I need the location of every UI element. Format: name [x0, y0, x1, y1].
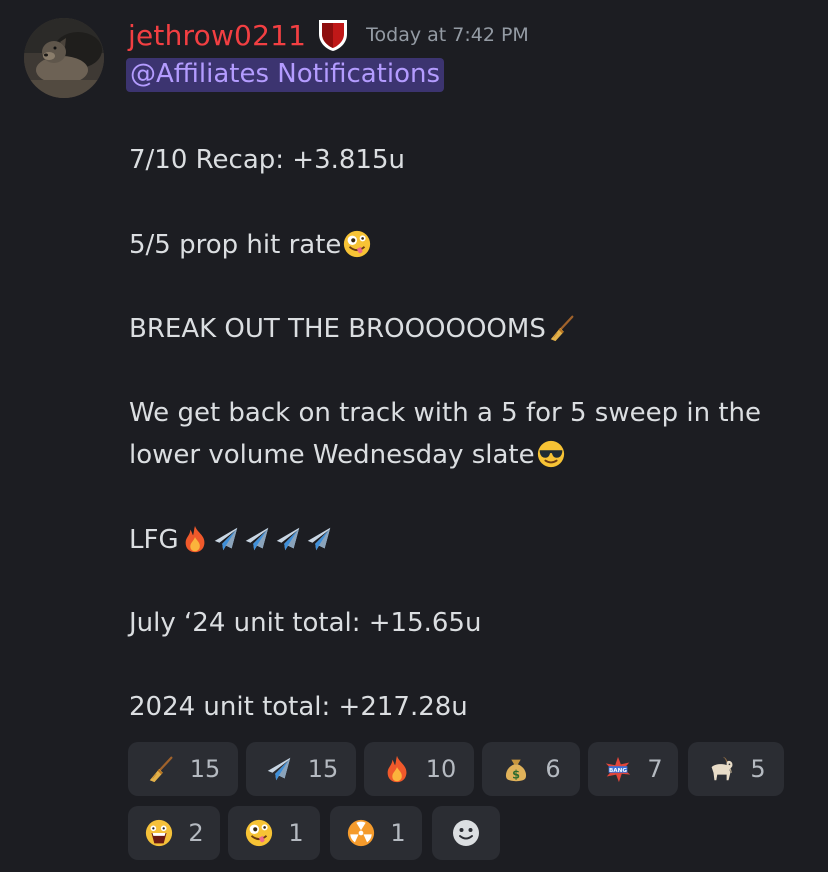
message-line-hit-rate: 5/5 prop hit rate [129, 228, 372, 262]
goat-emoji [706, 754, 736, 784]
message-line-recap: 7/10 Recap: +3.815u [129, 143, 405, 177]
message-line-july-total: July ‘24 unit total: +15.65u [129, 606, 481, 640]
airplane-emoji [264, 754, 294, 784]
reaction-count: 15 [189, 755, 221, 783]
reaction-zany-face[interactable]: 1 [228, 806, 320, 860]
track-text-1: We get back on track with a 5 for 5 swee… [129, 398, 761, 428]
year-total-text: 2024 unit total: +217.28u [129, 692, 468, 722]
add-reaction-smiley-icon [453, 820, 479, 846]
reaction-bang[interactable]: 7 [588, 742, 678, 796]
bang-custom-emoji [603, 754, 633, 784]
track-text-2: lower volume Wednesday slate [129, 440, 535, 470]
broom-emoji [547, 313, 577, 343]
lfg-text: LFG [129, 525, 179, 555]
reaction-count: 6 [545, 755, 561, 783]
message-line-track-2: lower volume Wednesday slate [129, 438, 566, 472]
chat-message: jethrow0211 Today at 7:42 PM @Affiliates… [0, 0, 828, 872]
message-line-track-1: We get back on track with a 5 for 5 swee… [129, 396, 761, 430]
fire-emoji [180, 524, 210, 554]
role-shield-icon[interactable] [316, 17, 350, 53]
message-line-lfg: LFG [129, 523, 334, 557]
sunglasses-face-emoji [536, 439, 566, 469]
reaction-broom[interactable]: 15 [128, 742, 238, 796]
reaction-goat[interactable]: 5 [688, 742, 784, 796]
airplane-emoji [304, 524, 334, 554]
user-avatar[interactable] [24, 18, 104, 98]
reaction-count: 1 [390, 819, 406, 847]
reaction-screaming[interactable]: 2 [128, 806, 220, 860]
add-reaction-button[interactable] [432, 806, 500, 860]
message-line-year-total: 2024 unit total: +217.28u [129, 690, 468, 724]
role-mention[interactable]: @Affiliates Notifications [126, 58, 445, 92]
reaction-count: 10 [425, 755, 457, 783]
message-timestamp[interactable]: Today at 7:42 PM [366, 24, 529, 46]
fire-emoji [382, 754, 412, 784]
message-header: jethrow0211 Today at 7:42 PM [128, 14, 529, 56]
reaction-count: 5 [750, 755, 766, 783]
reaction-count: 1 [288, 819, 304, 847]
reaction-count: 15 [307, 755, 339, 783]
radioactive-emoji [346, 818, 376, 848]
screaming-custom-emoji [144, 818, 174, 848]
july-total-text: July ‘24 unit total: +15.65u [129, 608, 482, 638]
reaction-airplane[interactable]: 15 [246, 742, 356, 796]
username[interactable]: jethrow0211 [128, 19, 306, 52]
recap-text: 7/10 Recap: +3.815u [129, 145, 405, 175]
hit-rate-text: 5/5 prop hit rate [129, 230, 342, 260]
reaction-count: 2 [188, 819, 204, 847]
zany-face-emoji [244, 818, 274, 848]
broom-emoji [146, 754, 176, 784]
reaction-count: 7 [647, 755, 663, 783]
airplane-emoji [242, 524, 272, 554]
airplane-emoji [211, 524, 241, 554]
airplane-emoji [273, 524, 303, 554]
avatar-dog-image [24, 18, 104, 98]
zany-face-emoji [342, 229, 372, 259]
reaction-radioactive[interactable]: 1 [330, 806, 422, 860]
reaction-money-bag[interactable]: 6 [482, 742, 580, 796]
reaction-fire[interactable]: 10 [364, 742, 474, 796]
brooms-text: BREAK OUT THE BROOOOOOMS [129, 314, 546, 344]
message-line-brooms: BREAK OUT THE BROOOOOOMS [129, 312, 577, 346]
money-bag-emoji [501, 754, 531, 784]
